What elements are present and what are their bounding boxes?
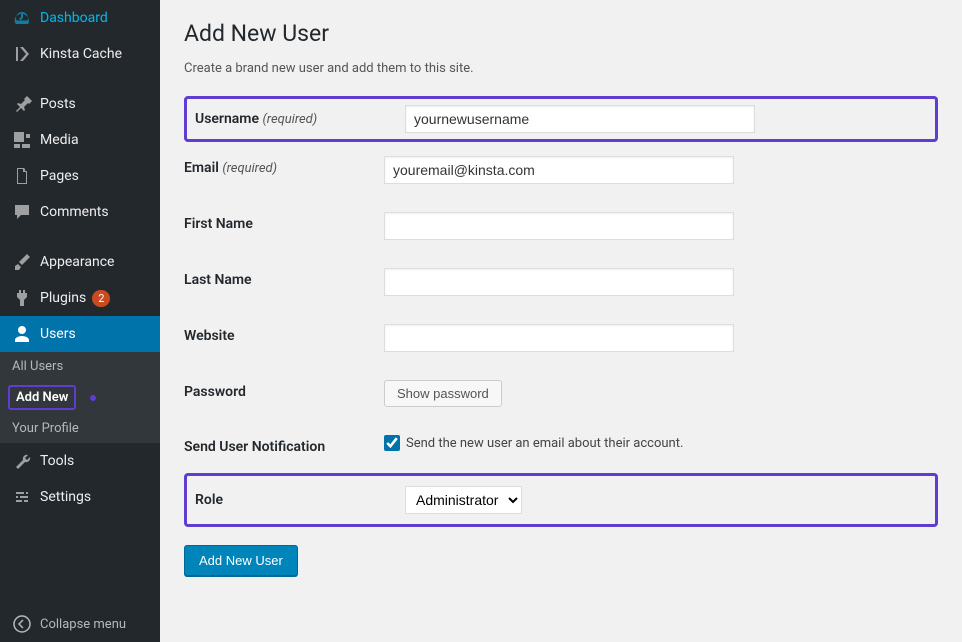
sidebar-label: Appearance	[40, 254, 114, 270]
sidebar-item-appearance[interactable]: Appearance	[0, 244, 160, 280]
pin-icon	[12, 94, 32, 114]
sidebar-item-dashboard[interactable]: Dashboard	[0, 0, 160, 36]
sidebar-label: Plugins	[40, 290, 86, 306]
sidebar-label: Users	[40, 326, 76, 342]
sidebar-label: Tools	[40, 453, 74, 469]
sidebar-label: Posts	[40, 96, 76, 112]
required-hint: (required)	[222, 161, 277, 176]
sidebar-item-pages[interactable]: Pages	[0, 158, 160, 194]
dashboard-icon	[12, 8, 32, 28]
last-name-label: Last Name	[184, 254, 384, 310]
sidebar-item-tools[interactable]: Tools	[0, 443, 160, 479]
pages-icon	[12, 166, 32, 186]
sidebar-item-settings[interactable]: Settings	[0, 479, 160, 515]
media-icon	[12, 130, 32, 150]
email-label: Email	[184, 160, 219, 176]
username-input[interactable]	[405, 105, 755, 133]
collapse-icon	[12, 614, 32, 634]
users-submenu: All Users Add New Your Profile	[0, 352, 160, 443]
password-label: Password	[184, 366, 384, 421]
collapse-label: Collapse menu	[40, 617, 126, 632]
first-name-label: First Name	[184, 198, 384, 254]
plugin-icon	[12, 288, 32, 308]
main-content: Add New User Create a brand new user and…	[160, 0, 962, 642]
user-form: Username (required) Email (required) Fir…	[184, 96, 938, 527]
highlight-dot	[90, 395, 96, 401]
comments-icon	[12, 202, 32, 222]
notification-text: Send the new user an email about their a…	[406, 436, 683, 451]
page-subtitle: Create a brand new user and add them to …	[184, 61, 938, 76]
notification-label: Send User Notification	[184, 421, 384, 473]
kinsta-icon	[12, 44, 32, 64]
sidebar-label: Media	[40, 132, 79, 148]
submenu-your-profile[interactable]: Your Profile	[0, 414, 160, 443]
role-label: Role	[195, 492, 405, 508]
website-label: Website	[184, 310, 384, 366]
sidebar-item-posts[interactable]: Posts	[0, 86, 160, 122]
sidebar-item-kinsta[interactable]: Kinsta Cache	[0, 36, 160, 72]
sidebar-item-users[interactable]: Users	[0, 316, 160, 352]
email-input[interactable]	[384, 156, 734, 184]
settings-icon	[12, 487, 32, 507]
submit-button[interactable]: Add New User	[184, 545, 298, 576]
notification-checkbox-row[interactable]: Send the new user an email about their a…	[384, 435, 938, 451]
brush-icon	[12, 252, 32, 272]
last-name-input[interactable]	[384, 268, 734, 296]
users-icon	[12, 324, 32, 344]
collapse-menu[interactable]: Collapse menu	[0, 606, 160, 642]
website-input[interactable]	[384, 324, 734, 352]
show-password-button[interactable]: Show password	[384, 380, 502, 407]
sidebar-label: Pages	[40, 168, 79, 184]
role-select[interactable]: Administrator	[405, 486, 522, 514]
submenu-all-users[interactable]: All Users	[0, 352, 160, 381]
admin-sidebar: Dashboard Kinsta Cache Posts Media Pages…	[0, 0, 160, 642]
sidebar-item-plugins[interactable]: Plugins 2	[0, 280, 160, 316]
sidebar-label: Kinsta Cache	[40, 46, 122, 62]
required-hint: (required)	[262, 112, 317, 127]
sidebar-item-media[interactable]: Media	[0, 122, 160, 158]
sidebar-label: Dashboard	[40, 10, 108, 26]
plugins-badge: 2	[92, 290, 110, 307]
notification-checkbox[interactable]	[384, 435, 400, 451]
tools-icon	[12, 451, 32, 471]
sidebar-label: Comments	[40, 204, 109, 220]
sidebar-item-comments[interactable]: Comments	[0, 194, 160, 230]
submenu-add-new[interactable]: Add New	[8, 385, 76, 410]
first-name-input[interactable]	[384, 212, 734, 240]
sidebar-label: Settings	[40, 489, 91, 505]
username-label: Username	[195, 111, 259, 127]
page-title: Add New User	[184, 20, 938, 47]
